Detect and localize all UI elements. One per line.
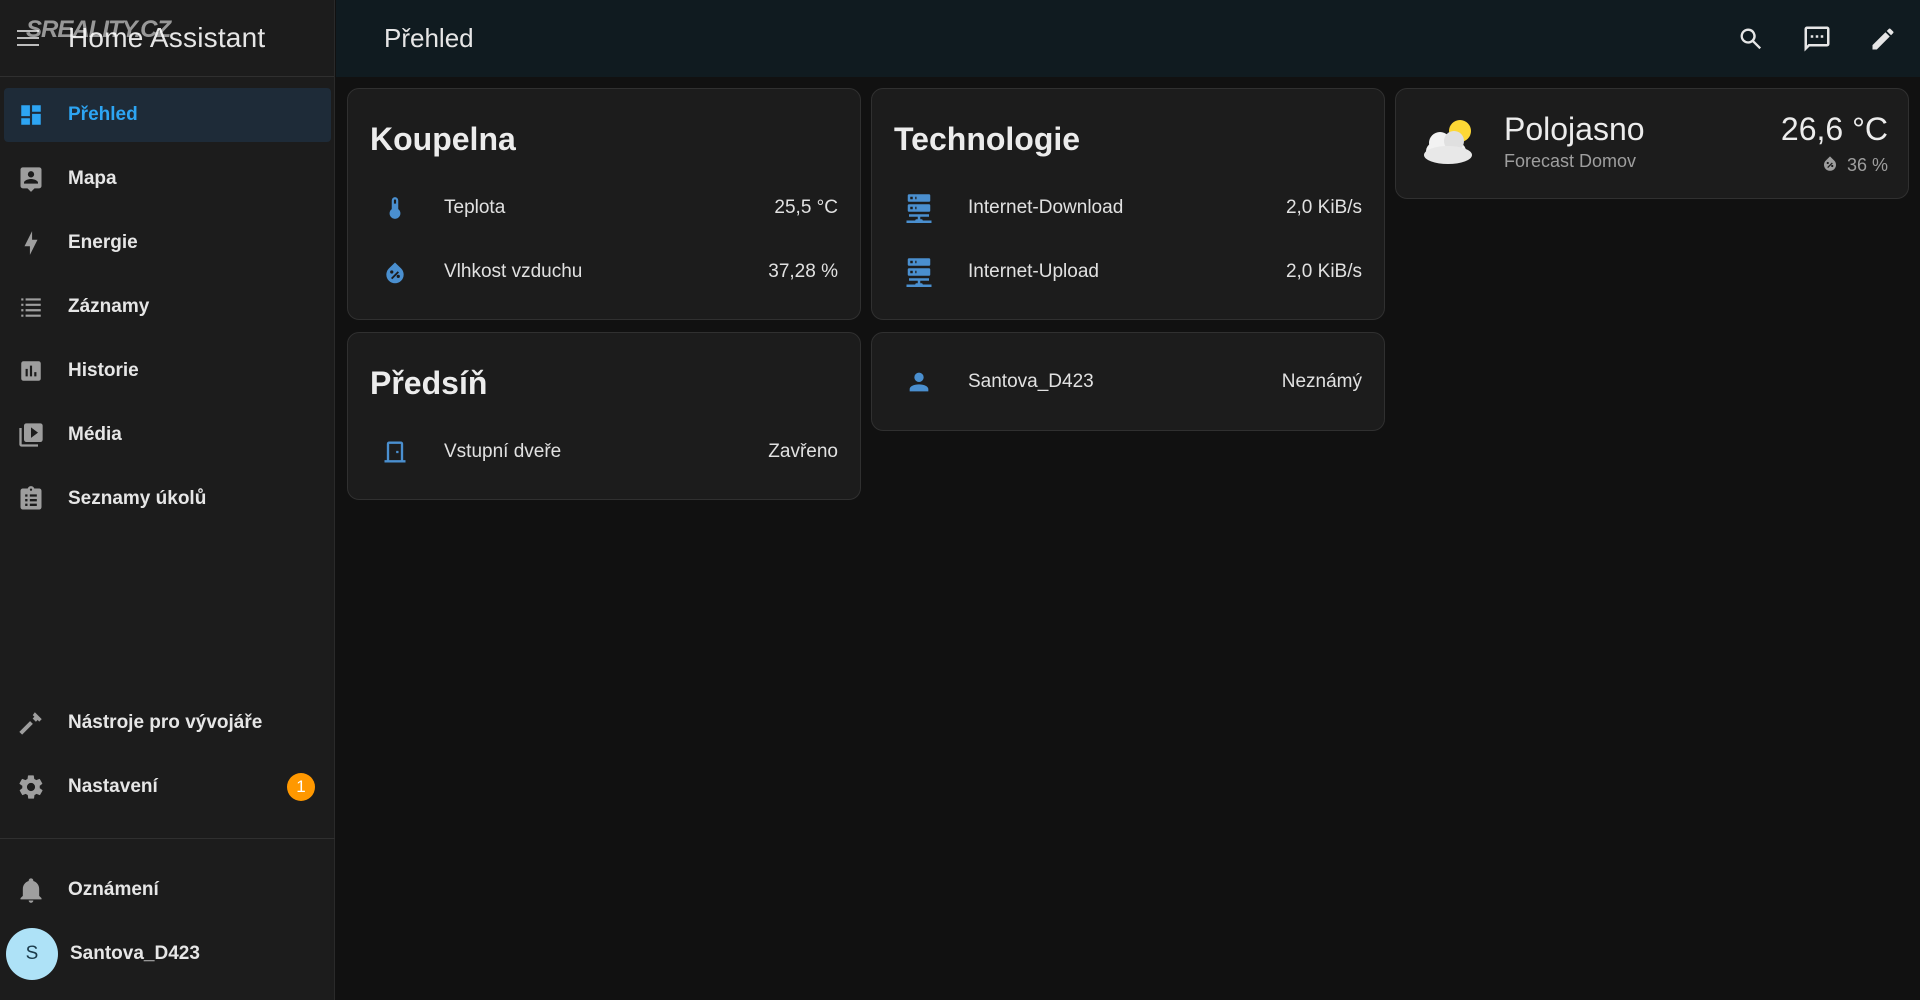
weather-temperature: 26,6 °C bbox=[1780, 111, 1888, 147]
weather-humidity: 36 % bbox=[1821, 153, 1888, 178]
account-icon bbox=[902, 365, 936, 399]
edit-pencil-icon[interactable] bbox=[1866, 22, 1900, 56]
weather-partly-cloudy-icon bbox=[1418, 115, 1480, 172]
card-weather[interactable]: Polojasno Forecast Domov 26,6 °C 36 % bbox=[1395, 88, 1909, 199]
page-title: Přehled bbox=[384, 23, 474, 53]
hammer-icon bbox=[16, 708, 46, 738]
entity-row[interactable]: Vlhkost vzduchu 37,28 % bbox=[348, 249, 860, 295]
sidebar-divider bbox=[0, 838, 335, 839]
sidebar-item-settings[interactable]: Nastavení 1 bbox=[0, 760, 335, 814]
lightning-icon bbox=[16, 228, 46, 258]
sidebar-item-media[interactable]: Média bbox=[0, 408, 335, 462]
sidebar-item-zaznamy[interactable]: Záznamy bbox=[0, 280, 335, 334]
dashboard-icon bbox=[16, 100, 46, 130]
sidebar-item-prehled[interactable]: Přehled bbox=[4, 88, 331, 142]
entity-name: Internet-Upload bbox=[968, 261, 1099, 282]
sidebar-item-notifications[interactable]: Oznámení bbox=[0, 863, 335, 917]
entity-row[interactable]: Vstupní dveře Zavřeno bbox=[348, 429, 860, 475]
sidebar-item-label: Nastavení bbox=[68, 776, 158, 797]
sidebar-item-user[interactable]: S Santova_D423 bbox=[0, 927, 335, 981]
entity-row[interactable]: Internet-Upload 2,0 KiB/s bbox=[872, 249, 1384, 295]
water-percent-icon bbox=[378, 255, 412, 289]
watermark-logo: SREALITY.CZ bbox=[26, 16, 171, 43]
search-icon[interactable] bbox=[1734, 22, 1768, 56]
avatar: S bbox=[6, 928, 58, 980]
sidebar-item-label: Nástroje pro vývojáře bbox=[68, 712, 263, 733]
gear-icon bbox=[16, 772, 46, 802]
entity-name: Teplota bbox=[444, 197, 506, 218]
weather-humidity-value: 36 % bbox=[1846, 155, 1888, 175]
entity-value: 2,0 KiB/s bbox=[1285, 197, 1362, 218]
entity-row[interactable]: Internet-Download 2,0 KiB/s bbox=[872, 185, 1384, 231]
card-title: Předsíň bbox=[370, 365, 488, 401]
sidebar-item-label: Přehled bbox=[68, 104, 138, 125]
entity-row[interactable]: Teplota 25,5 °C bbox=[348, 185, 860, 231]
entity-value: 2,0 KiB/s bbox=[1285, 261, 1362, 282]
sidebar-item-label: Seznamy úkolů bbox=[68, 488, 207, 509]
entity-value: 25,5 °C bbox=[774, 197, 838, 218]
sidebar-item-label: Mapa bbox=[68, 168, 117, 189]
thermometer-icon bbox=[378, 191, 412, 225]
sidebar-item-label: Záznamy bbox=[68, 296, 150, 317]
sidebar-header: Home Assistant SREALITY.CZ bbox=[0, 0, 334, 77]
sidebar-item-label: Santova_D423 bbox=[70, 943, 200, 964]
app-root: Home Assistant SREALITY.CZ Přehled Mapa … bbox=[0, 0, 1920, 1000]
card-person: Santova_D423 Neznámý bbox=[871, 332, 1385, 431]
notification-badge: 1 bbox=[287, 773, 315, 801]
server-icon bbox=[902, 255, 936, 289]
server-icon bbox=[902, 191, 936, 225]
entity-value: Neznámý bbox=[1281, 371, 1362, 392]
sidebar-item-energie[interactable]: Energie bbox=[0, 216, 335, 270]
sidebar-item-mapa[interactable]: Mapa bbox=[0, 152, 335, 206]
entity-name: Internet-Download bbox=[968, 197, 1124, 218]
sidebar-item-seznamy-ukolu[interactable]: Seznamy úkolů bbox=[0, 472, 335, 526]
clipboard-list-icon bbox=[16, 484, 46, 514]
list-icon bbox=[16, 292, 46, 322]
card-technologie: Technologie Internet-Download 2,0 KiB/s … bbox=[871, 88, 1385, 320]
media-play-icon bbox=[16, 420, 46, 450]
card-predsin: Předsíň Vstupní dveře Zavřeno bbox=[347, 332, 861, 500]
water-percent-icon bbox=[1821, 153, 1839, 178]
weather-location: Forecast Domov bbox=[1504, 151, 1637, 171]
entity-name: Vstupní dveře bbox=[444, 441, 562, 462]
entity-name: Vlhkost vzduchu bbox=[444, 261, 583, 282]
bell-icon bbox=[16, 875, 46, 905]
weather-condition: Polojasno bbox=[1504, 111, 1645, 147]
assist-chat-icon[interactable] bbox=[1800, 22, 1834, 56]
sidebar-item-label: Oznámení bbox=[68, 879, 159, 900]
entity-name: Santova_D423 bbox=[968, 371, 1094, 392]
entity-value: 37,28 % bbox=[768, 261, 838, 282]
sidebar-item-developer-tools[interactable]: Nástroje pro vývojáře bbox=[0, 696, 335, 750]
sidebar-item-label: Média bbox=[68, 424, 122, 445]
chart-box-icon bbox=[16, 356, 46, 386]
entity-row[interactable]: Santova_D423 Neznámý bbox=[872, 359, 1384, 405]
entity-value: Zavřeno bbox=[768, 441, 838, 462]
door-closed-icon bbox=[378, 435, 412, 469]
toolbar-actions bbox=[1734, 0, 1900, 77]
sidebar-item-label: Energie bbox=[68, 232, 138, 253]
top-bar: Přehled bbox=[336, 0, 1920, 77]
map-account-icon bbox=[16, 164, 46, 194]
card-title: Technologie bbox=[894, 121, 1081, 157]
sidebar-item-historie[interactable]: Historie bbox=[0, 344, 335, 398]
card-koupelna: Koupelna Teplota 25,5 °C Vlhkost vzduchu… bbox=[347, 88, 861, 320]
sidebar-item-label: Historie bbox=[68, 360, 139, 381]
card-title: Koupelna bbox=[370, 121, 516, 157]
sidebar: Home Assistant SREALITY.CZ Přehled Mapa … bbox=[0, 0, 335, 1000]
